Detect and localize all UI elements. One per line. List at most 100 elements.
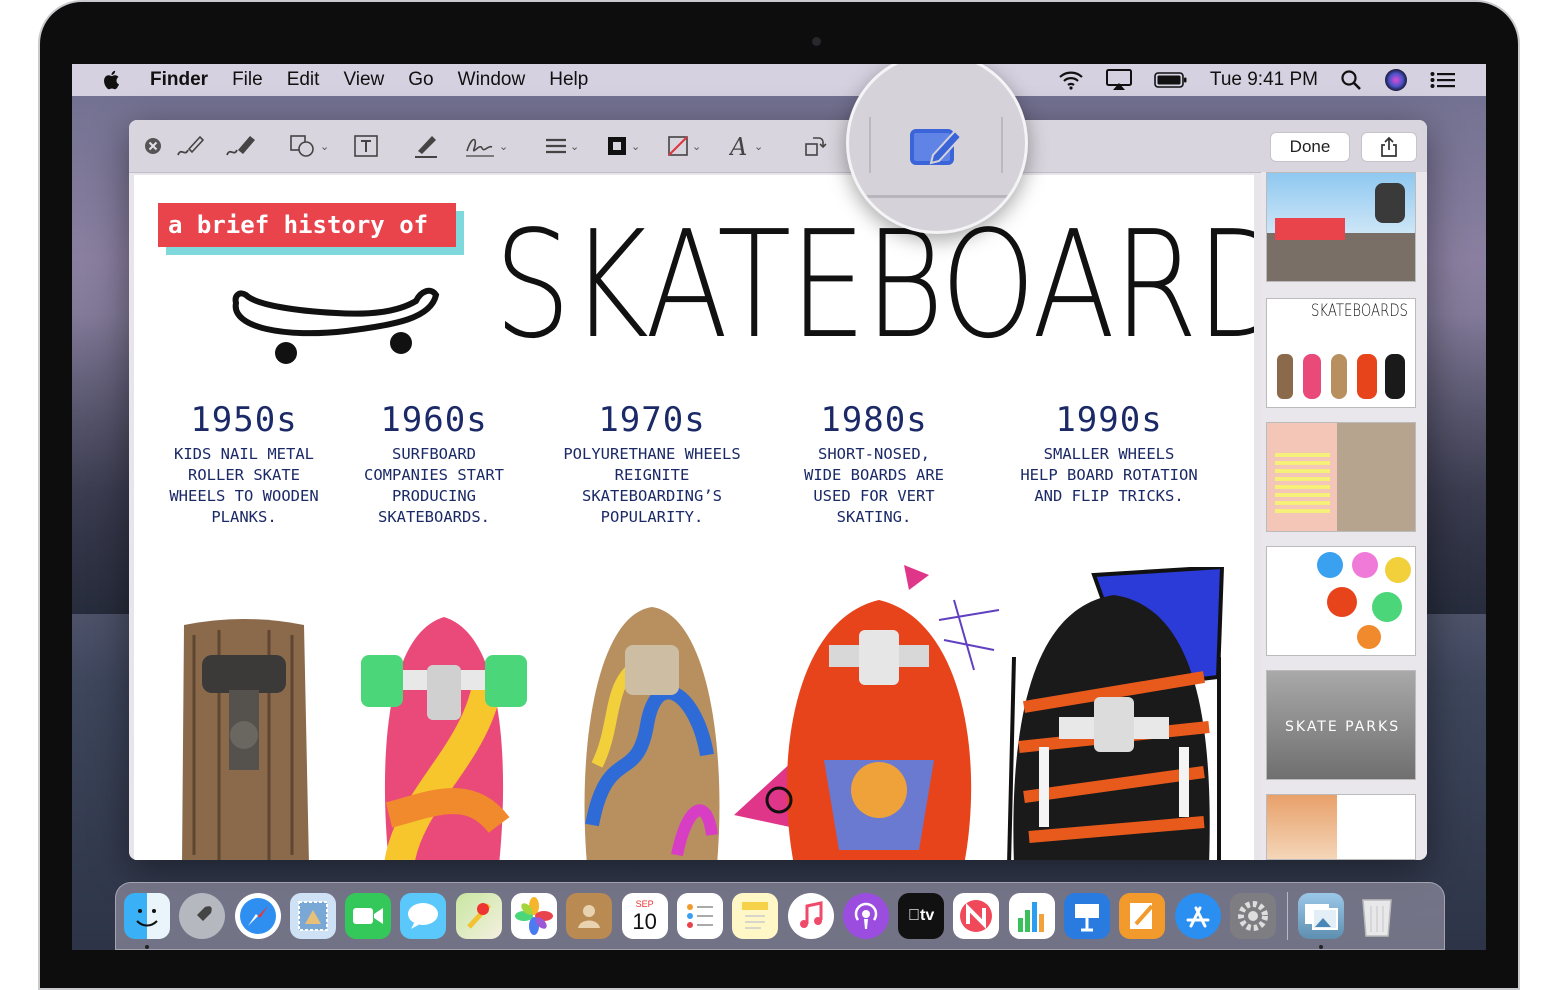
- decade-year: 1980s: [820, 400, 928, 440]
- wifi-icon[interactable]: [1058, 70, 1084, 90]
- dock-launchpad[interactable]: [179, 893, 226, 939]
- shapes-tool[interactable]: ⌄: [289, 133, 329, 159]
- dock-messages[interactable]: [400, 893, 447, 939]
- menu-go[interactable]: Go: [408, 69, 433, 91]
- decade-1990s: 1990s SMALLER WHEELS HELP BOARD ROTATION…: [999, 400, 1219, 507]
- sketch-tool[interactable]: [175, 133, 205, 159]
- markup-toolbar: ⌄ ⌄ ⌄ ⌄ ⌄ A ⌄ Done: [129, 120, 1427, 173]
- page-thumbnail-2[interactable]: SKATEBOARDS: [1266, 298, 1416, 408]
- chevron-down-icon: ⌄: [499, 140, 509, 153]
- dock-preview[interactable]: [1298, 893, 1345, 949]
- speech-bubble-icon: [408, 903, 439, 929]
- dock-mail[interactable]: [289, 893, 336, 939]
- dock-maps[interactable]: [455, 893, 502, 939]
- document-title: SKATEBOARDS: [494, 199, 1254, 371]
- page-thumbnail-1[interactable]: [1266, 172, 1416, 282]
- decade-text: SHORT-NOSED, WIDE BOARDS ARE USED FOR VE…: [774, 444, 974, 528]
- decade-year: 1970s: [598, 400, 706, 440]
- page-thumbnail-6[interactable]: [1266, 794, 1416, 860]
- dock-reminders[interactable]: [676, 893, 723, 939]
- shapes-icon: [290, 135, 314, 157]
- menu-file[interactable]: File: [232, 69, 263, 91]
- podcast-icon: [854, 902, 878, 929]
- skateboard-drawing: [232, 287, 440, 364]
- dock-podcasts[interactable]: [842, 893, 889, 939]
- border-color-tool[interactable]: ⌄: [606, 133, 640, 159]
- gear-icon: [1237, 901, 1268, 931]
- menu-bar: Finder File Edit View Go Window Help Tue…: [72, 64, 1486, 96]
- dock-pages[interactable]: [1119, 893, 1166, 939]
- decade-1980s: 1980s SHORT-NOSED, WIDE BOARDS ARE USED …: [774, 400, 974, 528]
- dock-news[interactable]: [953, 893, 1000, 939]
- battery-icon[interactable]: [1154, 71, 1188, 89]
- dock-facetime[interactable]: [345, 893, 392, 939]
- menu-finder[interactable]: Finder: [150, 69, 208, 91]
- spotlight-icon[interactable]: [1340, 69, 1362, 91]
- dock-photos[interactable]: [511, 893, 558, 939]
- fill-color-icon: [668, 136, 688, 156]
- menu-window[interactable]: Window: [458, 69, 526, 91]
- text-line: REIGNITE: [614, 466, 690, 484]
- page-thumbnail-4[interactable]: [1266, 546, 1416, 656]
- decade-text: SMALLER WHEELS HELP BOARD ROTATION AND F…: [999, 444, 1219, 507]
- line-style-tool[interactable]: ⌄: [545, 133, 579, 159]
- text-line: SKATEBOARDS.: [378, 508, 490, 526]
- airplay-icon[interactable]: [1105, 69, 1132, 91]
- menu-view[interactable]: View: [343, 69, 384, 91]
- dock-finder[interactable]: [124, 893, 170, 949]
- share-button[interactable]: [1361, 132, 1417, 162]
- highlight-tool[interactable]: [412, 133, 440, 159]
- dock-keynote[interactable]: [1064, 893, 1111, 939]
- text-style-icon: A: [729, 134, 747, 158]
- map-pin-icon: [466, 903, 491, 929]
- podium-icon: [1075, 904, 1100, 932]
- text-line: ROLLER SKATE: [188, 466, 300, 484]
- dock-notes[interactable]: [732, 893, 779, 939]
- dock-calendar[interactable]: SEP 10: [621, 893, 668, 939]
- text-style-tool[interactable]: A ⌄: [729, 133, 763, 159]
- text-line: AND FLIP TRICKS.: [1034, 487, 1184, 505]
- fill-color-tool[interactable]: ⌄: [667, 133, 701, 159]
- dock-contacts[interactable]: [566, 893, 613, 939]
- person-icon: [578, 905, 601, 928]
- rotate-icon: [805, 137, 827, 156]
- control-center-icon[interactable]: [1430, 71, 1456, 89]
- edit-with-iphone-icon[interactable]: [909, 125, 963, 169]
- calendar-day: 10: [632, 908, 657, 934]
- text-line: KIDS NAIL METAL: [174, 445, 314, 463]
- rocket-icon: [193, 906, 213, 925]
- chevron-down-icon: ⌄: [570, 140, 580, 153]
- dock-app-store[interactable]: [1174, 893, 1221, 939]
- decade-text: SURFBOARD COMPANIES START PRODUCING SKAT…: [339, 444, 529, 528]
- text-tool[interactable]: [353, 133, 379, 159]
- done-button[interactable]: Done: [1270, 132, 1350, 162]
- page-thumbnail-5[interactable]: SKATE PARKS: [1266, 670, 1416, 780]
- preview-photos-icon: [1305, 904, 1339, 930]
- dock-numbers[interactable]: [1008, 893, 1055, 939]
- decade-year: 1960s: [380, 400, 488, 440]
- dock-music[interactable]: [787, 893, 834, 939]
- apple-icon[interactable]: [100, 68, 124, 92]
- chevron-down-icon: ⌄: [631, 140, 641, 153]
- page-thumbnail-3[interactable]: [1266, 422, 1416, 532]
- menu-help[interactable]: Help: [549, 69, 588, 91]
- eighties-skateboard-image: [734, 565, 1000, 860]
- dock-safari[interactable]: [234, 893, 281, 939]
- sign-tool[interactable]: ⌄: [464, 133, 508, 159]
- menubar-clock[interactable]: Tue 9:41 PM: [1210, 69, 1318, 91]
- draw-tool[interactable]: [224, 133, 258, 159]
- dock-system-preferences[interactable]: [1229, 893, 1276, 939]
- app-store-icon: [1186, 906, 1210, 928]
- text-line: SMALLER WHEELS: [1043, 445, 1175, 463]
- sketch-icon: [177, 135, 205, 156]
- dock-trash[interactable]: [1354, 893, 1400, 939]
- close-button[interactable]: [143, 133, 163, 159]
- rotate-tool[interactable]: [803, 133, 827, 159]
- siri-icon[interactable]: [1384, 68, 1408, 92]
- text-line: PRODUCING: [392, 487, 476, 505]
- menu-edit[interactable]: Edit: [287, 69, 320, 91]
- desktop-screen: Finder File Edit View Go Window Help Tue…: [72, 64, 1486, 950]
- bar-chart-icon: [1017, 902, 1044, 932]
- dock-tv[interactable]: tv: [898, 893, 945, 939]
- svg-text:A: A: [729, 134, 747, 158]
